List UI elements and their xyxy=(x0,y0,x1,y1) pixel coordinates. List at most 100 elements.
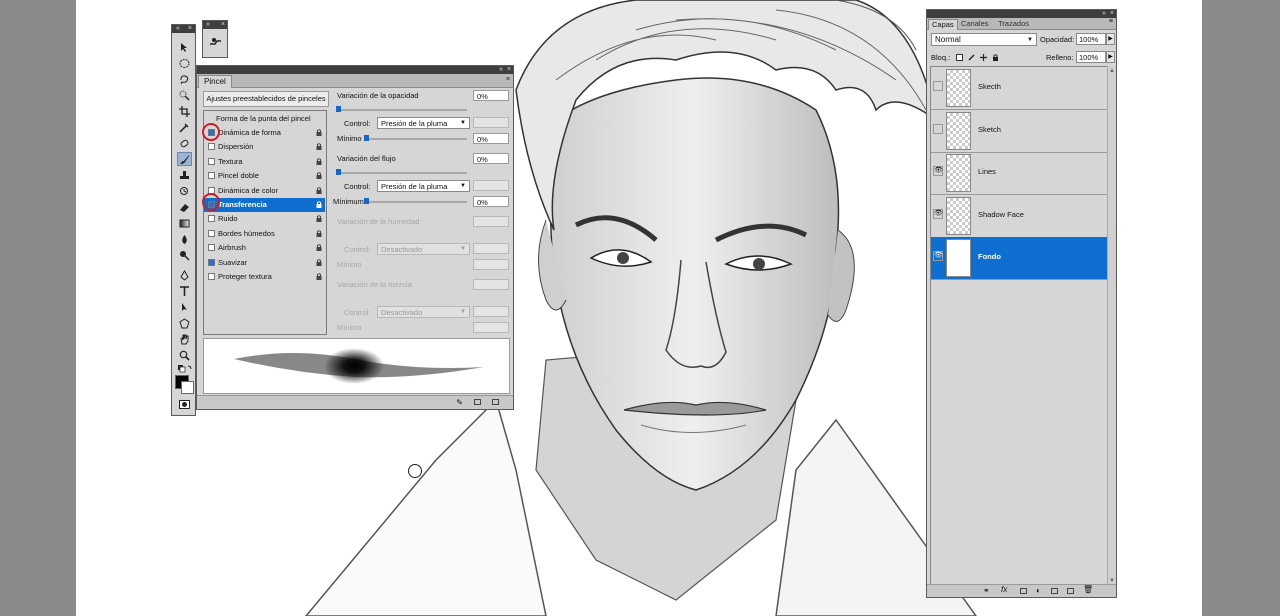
new-layer-icon[interactable] xyxy=(1067,588,1074,594)
crop-tool-icon[interactable] xyxy=(177,104,192,118)
layer-row[interactable]: 👁 Shadow Face xyxy=(931,195,1107,238)
delete-layer-icon[interactable]: 🗑 xyxy=(1083,585,1093,594)
visibility-toggle[interactable] xyxy=(933,123,943,134)
flow-min-slider[interactable] xyxy=(365,201,467,203)
link-layers-icon[interactable]: ⚭ xyxy=(983,586,990,595)
blend-mode-select[interactable]: Normal ▼ xyxy=(931,33,1037,46)
opacity-control-select[interactable]: Presión de la pluma ▼ xyxy=(377,117,470,129)
flow-control-select[interactable]: Presión de la pluma ▼ xyxy=(377,180,470,192)
lock-icon[interactable] xyxy=(316,129,322,136)
eye-icon[interactable]: 👁 xyxy=(933,208,943,219)
layers-panel-titlebar[interactable]: » × xyxy=(927,10,1116,18)
lock-icon[interactable] xyxy=(316,244,322,252)
zoom-tool-icon[interactable] xyxy=(177,348,192,362)
tab-trazados[interactable]: Trazados xyxy=(995,19,1032,29)
list-item-brush-setting[interactable]: Transferencia xyxy=(204,198,325,212)
tab-pincel[interactable]: Pincel xyxy=(198,75,232,88)
lock-icon[interactable] xyxy=(316,273,322,280)
setting-checkbox[interactable] xyxy=(208,143,215,151)
quick-mask-icon[interactable] xyxy=(177,397,192,411)
layer-row[interactable]: 👁 Lines xyxy=(931,152,1107,196)
opacity-min-field[interactable]: 0% xyxy=(473,133,509,144)
lock-icon[interactable] xyxy=(316,230,322,237)
hand-tool-icon[interactable] xyxy=(177,332,192,346)
healing-brush-icon[interactable] xyxy=(177,136,192,150)
flow-jitter-slider[interactable] xyxy=(337,172,467,174)
gradient-tool-icon[interactable] xyxy=(177,216,192,230)
lock-icon[interactable] xyxy=(316,158,322,165)
layer-opacity-field[interactable]: 100% xyxy=(1076,33,1106,45)
brush-presets-button[interactable]: Ajustes preestablecidos de pinceles xyxy=(203,91,329,107)
lock-icon[interactable] xyxy=(316,215,322,223)
marquee-tool-icon[interactable] xyxy=(177,56,192,70)
layer-style-icon[interactable]: fx xyxy=(1001,585,1007,594)
lock-all-icon[interactable] xyxy=(992,54,999,61)
list-item-brush-setting[interactable]: Suavizar xyxy=(204,256,325,270)
path-selection-icon[interactable] xyxy=(177,300,192,314)
flow-jitter-knob[interactable] xyxy=(336,169,341,175)
lock-icon[interactable] xyxy=(316,143,322,151)
setting-checkbox[interactable] xyxy=(208,229,215,237)
opacity-jitter-field[interactable]: 0% xyxy=(473,90,509,101)
flow-jitter-field[interactable]: 0% xyxy=(473,153,509,164)
tab-capas[interactable]: Capas xyxy=(928,19,958,30)
flow-min-knob[interactable] xyxy=(364,198,369,204)
clone-stamp-icon[interactable] xyxy=(177,168,192,182)
tools-panel-titlebar[interactable]: «× xyxy=(172,25,195,33)
new-brush-icon[interactable] xyxy=(492,399,499,405)
opacity-jitter-knob[interactable] xyxy=(336,106,341,112)
grid-view-icon[interactable] xyxy=(474,399,481,405)
lock-icon[interactable] xyxy=(316,201,322,208)
layers-scrollbar[interactable]: ▲ ▼ xyxy=(1107,66,1116,586)
blur-tool-icon[interactable] xyxy=(177,232,192,246)
eyedropper-icon[interactable] xyxy=(177,120,192,134)
lasso-tool-icon[interactable] xyxy=(177,72,192,86)
lock-icon[interactable] xyxy=(316,186,322,194)
opacity-min-slider[interactable] xyxy=(365,138,467,140)
brush-panel-toggle-icon[interactable] xyxy=(208,35,223,49)
list-item-brush-setting[interactable]: Ruido xyxy=(204,212,325,226)
list-item-brush-setting[interactable]: Proteger textura xyxy=(204,270,325,284)
setting-checkbox[interactable] xyxy=(208,273,215,280)
lock-pixels-icon[interactable] xyxy=(968,54,975,61)
lock-icon[interactable] xyxy=(316,258,322,266)
eye-icon[interactable]: 👁 xyxy=(933,251,943,262)
new-group-icon[interactable] xyxy=(1051,588,1058,594)
brush-tool-icon[interactable] xyxy=(177,152,192,166)
opacity-jitter-slider[interactable] xyxy=(337,109,467,111)
setting-checkbox[interactable] xyxy=(208,157,215,165)
flow-min-field[interactable]: 0% xyxy=(473,196,509,207)
layer-fill-field[interactable]: 100% xyxy=(1076,51,1106,63)
list-item-brush-setting[interactable]: Airbrush xyxy=(204,241,325,255)
list-item-brush-setting[interactable]: Dinámica de forma xyxy=(204,126,325,140)
panel-menu-icon[interactable]: ≡ xyxy=(506,76,510,83)
history-brush-icon[interactable] xyxy=(177,184,192,198)
list-item-brush-setting[interactable]: Dinámica de color xyxy=(204,184,325,198)
setting-checkbox[interactable] xyxy=(208,172,215,180)
list-item-brush-tip-shape[interactable]: Forma de la punta del pincel xyxy=(204,112,325,126)
pen-tool-icon[interactable] xyxy=(177,268,192,282)
tab-canales[interactable]: Canales xyxy=(958,19,992,29)
dodge-tool-icon[interactable] xyxy=(177,248,192,262)
opacity-min-knob[interactable] xyxy=(364,135,369,141)
list-item-brush-setting[interactable]: Pincel doble xyxy=(204,169,325,183)
layer-row[interactable]: 👁 Fondo xyxy=(931,237,1107,281)
quick-select-icon[interactable] xyxy=(177,88,192,102)
layer-row[interactable]: Sketch xyxy=(931,110,1107,153)
lock-transparency-icon[interactable] xyxy=(956,54,963,61)
add-mask-icon[interactable] xyxy=(1020,588,1027,594)
adjustment-layer-icon[interactable]: ◐ xyxy=(1036,586,1041,595)
type-tool-icon[interactable] xyxy=(177,284,192,298)
opacity-arrow-button[interactable]: ▶ xyxy=(1106,33,1115,45)
setting-checkbox[interactable] xyxy=(208,215,215,223)
setting-checkbox[interactable] xyxy=(208,258,215,266)
move-tool-icon[interactable] xyxy=(177,40,192,54)
shape-tool-icon[interactable] xyxy=(177,316,192,330)
list-item-brush-setting[interactable]: Bordes húmedos xyxy=(204,227,325,241)
setting-checkbox[interactable] xyxy=(208,244,215,252)
visibility-toggle[interactable] xyxy=(933,81,943,91)
collapsed-panel-titlebar[interactable]: » × xyxy=(203,21,227,29)
brush-panel-titlebar[interactable]: «× xyxy=(197,66,513,74)
layers-panel-menu-icon[interactable]: ≡ xyxy=(1109,18,1113,25)
eye-icon[interactable]: 👁 xyxy=(933,166,943,177)
